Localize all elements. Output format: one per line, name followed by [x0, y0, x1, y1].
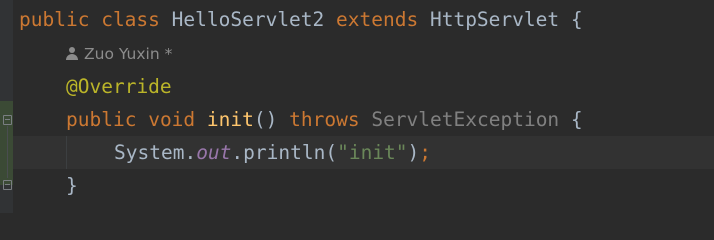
out-field: out: [196, 141, 232, 164]
user-icon: [66, 47, 78, 60]
close-brace: }: [66, 174, 78, 197]
keyword-throws: throws: [289, 108, 360, 131]
semicolon: ;: [419, 141, 432, 164]
indent-guide: [66, 136, 67, 169]
class-name: HelloServlet2: [171, 8, 325, 31]
code-editor[interactable]: public class HelloServlet2 extends HttpS…: [0, 0, 714, 213]
code-line-println[interactable]: System.out.println("init");: [114, 140, 431, 166]
string-literal: "init": [337, 141, 408, 164]
code-line-annotation[interactable]: @Override: [66, 74, 172, 100]
fold-collapse-icon[interactable]: [3, 115, 12, 125]
keyword-void: void: [148, 108, 196, 131]
keyword-extends: extends: [336, 8, 419, 31]
override-annotation: @Override: [66, 75, 172, 98]
superclass-name: HttpServlet: [429, 8, 560, 31]
code-line-class-declaration[interactable]: public class HelloServlet2 extends HttpS…: [19, 7, 583, 33]
method-name: init: [206, 108, 254, 131]
fold-end-icon[interactable]: [3, 180, 12, 190]
exception-type: ServletException: [371, 108, 560, 131]
code-line-close-brace[interactable]: }: [66, 173, 78, 199]
close-paren: ): [407, 141, 420, 164]
method-parens: (): [253, 108, 278, 131]
system-object: System.: [114, 141, 197, 164]
code-line-method-declaration[interactable]: public void init() throws ServletExcepti…: [66, 107, 583, 133]
fold-guide-line: [7, 126, 8, 178]
keyword-public: public: [66, 108, 137, 131]
keyword-class: class: [101, 8, 160, 31]
keyword-public: public: [19, 8, 90, 31]
open-brace: {: [570, 108, 583, 131]
open-brace: {: [570, 8, 583, 31]
author-inlay-hint[interactable]: Zuo Yuxin *: [66, 41, 172, 67]
author-name: Zuo Yuxin *: [84, 45, 173, 63]
println-call: .println(: [231, 141, 338, 164]
